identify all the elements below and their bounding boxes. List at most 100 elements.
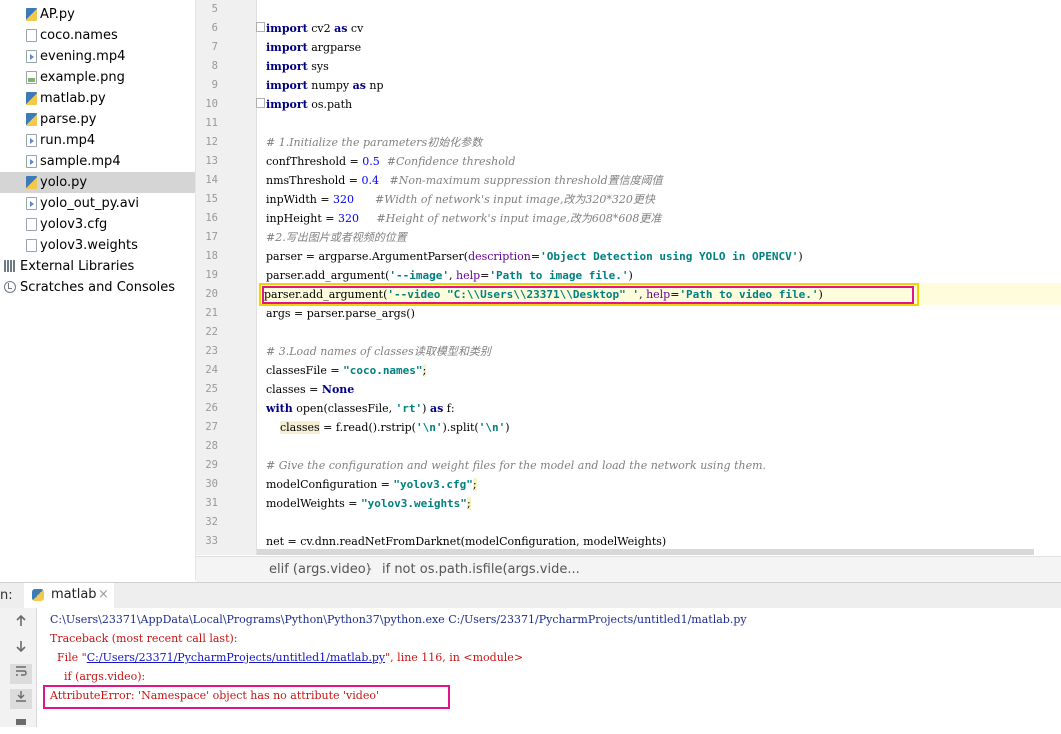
line-number: 5	[211, 3, 218, 15]
breadcrumb-item[interactable]: if not os.path.isfile(args.vide...	[382, 562, 580, 577]
video-file-icon	[26, 50, 37, 63]
code-line-27: classes = f.read().rstrip('\n').split('\…	[280, 421, 510, 434]
run-toolbar	[0, 608, 37, 727]
text-file-icon	[26, 29, 37, 42]
line-number: 27	[205, 421, 218, 433]
code-line-8: import sys	[266, 60, 329, 73]
highlight-box-pink-error	[43, 685, 450, 709]
horizontal-scrollbar[interactable]	[257, 549, 1034, 555]
tree-item[interactable]: yolov3.weights	[0, 235, 195, 256]
code-line-10: import os.path	[266, 98, 353, 111]
line-number: 18	[205, 250, 218, 262]
fold-marker-icon[interactable]	[256, 98, 265, 108]
console-output[interactable]: C:\Users\23371\AppData\Local\Programs\Py…	[37, 608, 1061, 727]
scratches-icon	[4, 281, 16, 293]
tree-item[interactable]: Scratches and Consoles	[0, 277, 195, 298]
tree-item-label: yolov3.weights	[40, 238, 138, 253]
highlight-box-pink-code	[262, 286, 914, 304]
line-number: 21	[205, 307, 218, 319]
console-command: C:\Users\23371\AppData\Local\Programs\Py…	[50, 613, 747, 626]
tree-item-label: evening.mp4	[40, 49, 126, 64]
code-line-18: parser = argparse.ArgumentParser(descrip…	[266, 250, 803, 263]
tree-item[interactable]: yolo_out_py.avi	[0, 193, 195, 214]
code-line-25: classes = None	[266, 383, 355, 396]
soft-wrap-icon[interactable]	[10, 664, 32, 684]
python-file-icon	[26, 8, 37, 21]
file-link[interactable]: C:/Users/23371/PycharmProjects/untitled1…	[87, 651, 385, 664]
tab-matlab[interactable]: matlab ×	[24, 583, 114, 609]
run-panel-header: n: matlab ×	[0, 582, 1061, 610]
tree-item[interactable]: AP.py	[0, 4, 195, 25]
line-number: 33	[205, 535, 218, 547]
console-file-line: File "C:/Users/23371/PycharmProjects/unt…	[50, 651, 524, 664]
code-line-26: with open(classesFile, 'rt') as f:	[266, 402, 455, 415]
line-number: 17	[205, 231, 218, 243]
tree-item[interactable]: yolo.py	[0, 172, 195, 193]
project-tree: AP.py coco.names evening.mp4 example.png mat…	[0, 0, 196, 580]
line-number: 25	[205, 383, 218, 395]
breadcrumb-separator: ›	[367, 562, 373, 577]
line-number: 16	[205, 212, 218, 224]
code-line-13: confThreshold = 0.5 #Confidence threshol…	[266, 155, 516, 168]
tree-item[interactable]: sample.mp4	[0, 151, 195, 172]
line-number: 6	[211, 22, 218, 34]
tree-item-label: yolo.py	[40, 175, 88, 190]
tab-label: matlab	[51, 587, 97, 602]
python-file-icon	[26, 176, 37, 189]
breadcrumb-item[interactable]: elif (args.video)	[269, 562, 371, 577]
line-number: 11	[205, 117, 218, 129]
tree-item[interactable]: External Libraries	[0, 256, 195, 277]
arrow-up-icon[interactable]	[10, 614, 32, 634]
code-line-17: #2.写出图片或者视频的位置	[266, 231, 407, 244]
line-number: 12	[205, 136, 218, 148]
print-icon[interactable]	[10, 714, 32, 734]
code-editor[interactable]: import cv2 as cv import argparse import …	[256, 0, 1061, 555]
python-file-icon	[32, 589, 44, 601]
tree-item-label: parse.py	[40, 112, 97, 127]
video-file-icon	[26, 134, 37, 147]
video-file-icon	[26, 155, 37, 168]
run-label: n:	[0, 588, 13, 603]
tree-item[interactable]: example.png	[0, 67, 195, 88]
line-number: 22	[205, 326, 218, 338]
line-number: 10	[205, 98, 218, 110]
tree-item[interactable]: parse.py	[0, 109, 195, 130]
video-file-icon	[26, 197, 37, 210]
image-file-icon	[26, 71, 37, 84]
code-line-31: modelWeights = "yolov3.weights";	[266, 497, 471, 510]
python-file-icon	[26, 113, 37, 126]
tree-item-label: Scratches and Consoles	[20, 280, 176, 295]
line-number: 13	[205, 155, 218, 167]
line-number: 7	[211, 41, 218, 53]
arrow-down-icon[interactable]	[10, 639, 32, 659]
line-number: 15	[205, 193, 218, 205]
tree-item[interactable]: evening.mp4	[0, 46, 195, 67]
code-line-30: modelConfiguration = "yolov3.cfg";	[266, 478, 477, 491]
line-number: 32	[205, 516, 218, 528]
code-line-14: nmsThreshold = 0.4 #Non-maximum suppress…	[266, 174, 663, 187]
tree-item-label: matlab.py	[40, 91, 106, 106]
close-icon[interactable]: ×	[98, 587, 109, 602]
code-line-6: import cv2 as cv	[266, 22, 364, 35]
code-line-16: inpHeight = 320 #Height of network's inp…	[266, 212, 662, 225]
tree-item[interactable]: yolov3.cfg	[0, 214, 195, 235]
tree-item-label: yolov3.cfg	[40, 217, 108, 232]
text-file-icon	[26, 218, 37, 231]
tree-item[interactable]: matlab.py	[0, 88, 195, 109]
line-number: 30	[205, 478, 218, 490]
code-line-7: import argparse	[266, 41, 362, 54]
editor-gutter: 5 6 7 8 9 10 11 12 13 14 15 16 17 18 19 20 21 22 23 24 25 26 2…	[196, 0, 257, 555]
tree-item[interactable]: run.mp4	[0, 130, 195, 151]
line-number: 26	[205, 402, 218, 414]
line-number: 24	[205, 364, 218, 376]
line-number: 28	[205, 440, 218, 452]
line-number: 29	[205, 459, 218, 471]
line-number: 19	[205, 269, 218, 281]
fold-marker-icon[interactable]	[256, 22, 265, 32]
code-line-21: args = parser.parse_args()	[266, 307, 415, 320]
tree-item[interactable]: coco.names	[0, 25, 195, 46]
tree-item-label: sample.mp4	[40, 154, 121, 169]
code-line-24: classesFile = "coco.names";	[266, 364, 427, 377]
line-number: 14	[205, 174, 218, 186]
scroll-to-end-icon[interactable]	[10, 689, 32, 709]
